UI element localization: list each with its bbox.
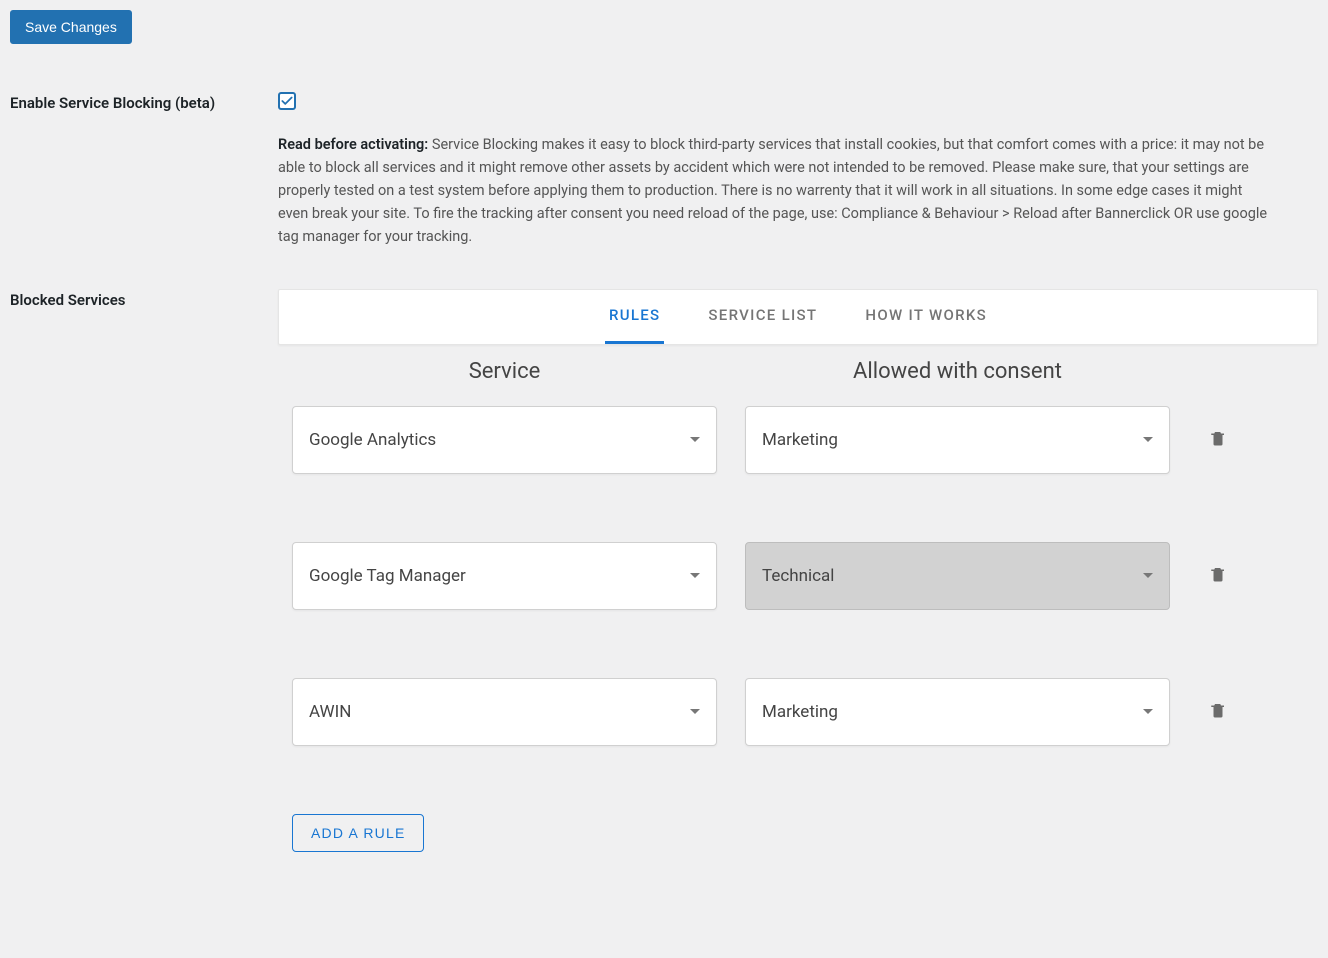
col-consent: Allowed with consent (853, 359, 1062, 384)
rules-header: Service Allowed with consent (278, 359, 1318, 406)
service-select-value: Google Tag Manager (309, 566, 466, 586)
tabs: RULES SERVICE LIST HOW IT WORKS (278, 289, 1318, 345)
consent-select-value: Marketing (762, 430, 838, 450)
tab-rules[interactable]: RULES (605, 290, 664, 344)
enable-blocking-description: Read before activating: Service Blocking… (278, 134, 1268, 249)
desc-bold: Read before activating: (278, 136, 428, 153)
service-select-value: Google Analytics (309, 430, 436, 450)
service-select[interactable]: AWIN (292, 678, 717, 746)
tab-how-it-works[interactable]: HOW IT WORKS (861, 290, 991, 344)
chevron-down-icon (1143, 437, 1153, 442)
save-changes-button[interactable]: Save Changes (10, 10, 132, 44)
add-rule-button[interactable]: ADD A RULE (292, 814, 424, 852)
chevron-down-icon (690, 437, 700, 442)
consent-select-value: Marketing (762, 702, 838, 722)
consent-select[interactable]: Marketing (745, 678, 1170, 746)
consent-select[interactable]: Technical (745, 542, 1170, 610)
delete-rule-button[interactable] (1198, 701, 1238, 723)
col-service: Service (469, 359, 541, 384)
delete-rule-button[interactable] (1198, 565, 1238, 587)
chevron-down-icon (690, 573, 700, 578)
service-select-value: AWIN (309, 702, 351, 722)
check-icon (280, 94, 294, 108)
service-select[interactable]: Google Analytics (292, 406, 717, 474)
chevron-down-icon (1143, 709, 1153, 714)
trash-icon (1209, 701, 1227, 723)
consent-select[interactable]: Marketing (745, 406, 1170, 474)
consent-select-value: Technical (762, 566, 834, 586)
rule-row: AWIN Marketing (278, 678, 1318, 746)
trash-icon (1209, 565, 1227, 587)
tab-service-list[interactable]: SERVICE LIST (704, 290, 821, 344)
chevron-down-icon (690, 709, 700, 714)
enable-blocking-checkbox[interactable] (278, 92, 296, 110)
rule-row: Google Analytics Marketing (278, 406, 1318, 474)
enable-blocking-label: Enable Service Blocking (beta) (10, 92, 278, 249)
blocked-services-label: Blocked Services (10, 289, 278, 852)
delete-rule-button[interactable] (1198, 429, 1238, 451)
chevron-down-icon (1143, 573, 1153, 578)
service-select[interactable]: Google Tag Manager (292, 542, 717, 610)
rule-row: Google Tag Manager Technical (278, 542, 1318, 610)
trash-icon (1209, 429, 1227, 451)
